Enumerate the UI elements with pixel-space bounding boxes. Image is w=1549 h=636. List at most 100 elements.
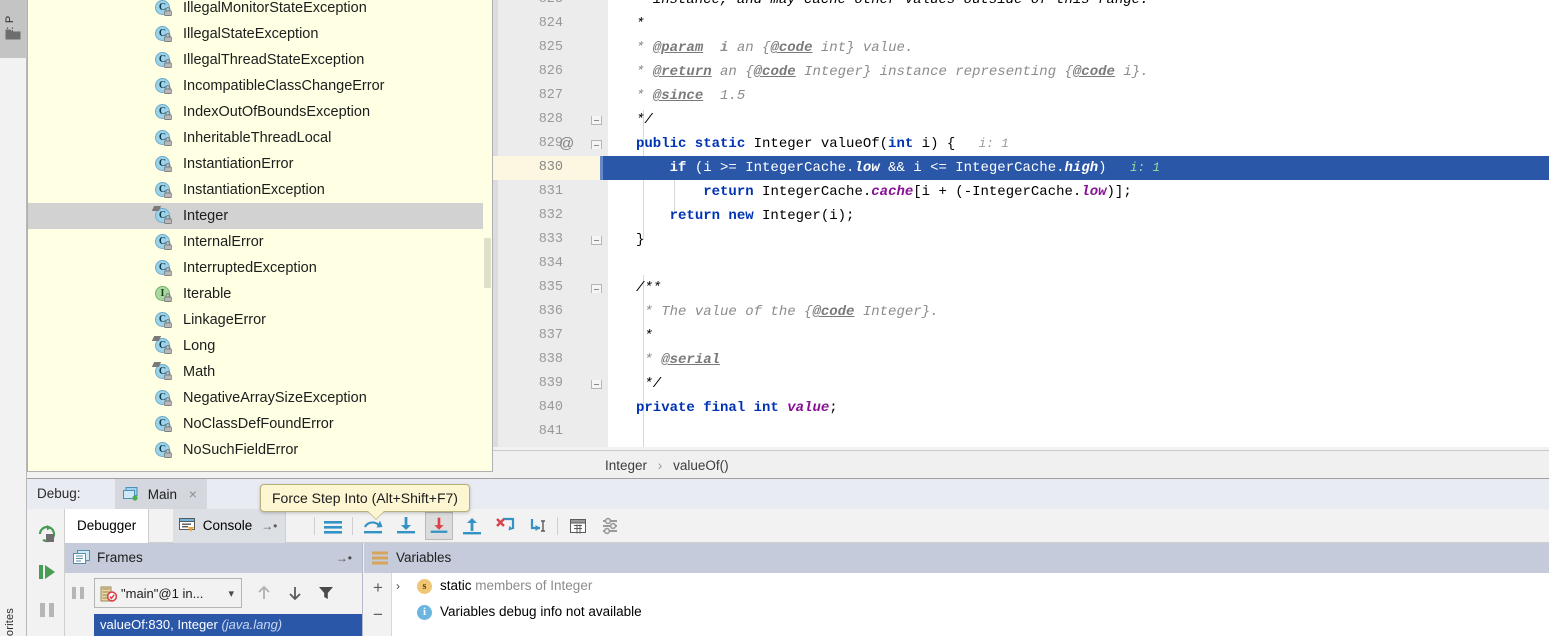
popup-scrollbar[interactable] — [483, 0, 492, 471]
class-list-popup[interactable]: C IllegalMonitorStateException C IllegalSta… — [27, 0, 493, 472]
sidebar-tab-favorites[interactable]: orites — [4, 608, 16, 636]
code-line[interactable]: 837 * — [493, 324, 1549, 348]
evaluate-expression-button[interactable] — [564, 512, 592, 540]
pause-small-icon[interactable] — [70, 585, 86, 601]
thread-selector[interactable]: "main"@1 in... ▾ — [94, 578, 242, 608]
class-list-item[interactable]: C LinkageError — [28, 307, 492, 333]
code-line[interactable]: 829 @ public static Integer valueOf(int … — [493, 132, 1549, 156]
class-list[interactable]: C IllegalMonitorStateException C IllegalSta… — [28, 0, 492, 463]
stack-frame-label: valueOf:830, Integer — [100, 617, 218, 632]
line-content: */ — [636, 376, 662, 392]
breadcrumb-method[interactable]: valueOf() — [673, 458, 729, 473]
pin-icon[interactable]: →• — [336, 543, 352, 573]
rerun-button[interactable] — [36, 523, 58, 545]
close-icon[interactable]: × — [181, 486, 197, 502]
class-list-item[interactable]: C IllegalThreadStateException — [28, 47, 492, 73]
code-line[interactable]: 825 * @param i an {@code int} value. — [493, 36, 1549, 60]
code-line[interactable]: 832 return new Integer(i); — [493, 204, 1549, 228]
code-line[interactable]: 827 * @since 1.5 — [493, 84, 1549, 108]
override-annotation-icon[interactable]: @ — [559, 132, 574, 156]
lock-icon — [164, 345, 172, 354]
debug-run-config-tab[interactable]: Main × — [115, 479, 207, 509]
class-list-item[interactable]: C IllegalStateException — [28, 21, 492, 47]
step-out-button[interactable] — [458, 512, 486, 540]
class-list-item[interactable]: C NoClassDefFoundError — [28, 411, 492, 437]
drop-frame-button[interactable] — [491, 512, 519, 540]
execution-point-stripe — [600, 156, 603, 180]
line-content: */ — [636, 112, 653, 128]
frames-panel[interactable]: "main"@1 in... ▾ valueOf:830, Integer (j… — [65, 573, 363, 636]
class-list-item[interactable]: C InterruptedException — [28, 255, 492, 281]
class-list-item[interactable]: C IllegalMonitorStateException — [28, 0, 492, 21]
class-list-item[interactable]: I Iterable — [28, 281, 492, 307]
class-list-item-label: InternalError — [183, 234, 264, 250]
class-icon: C — [155, 442, 172, 459]
class-list-item[interactable]: C NoSuchFieldError — [28, 437, 492, 463]
class-list-item[interactable]: C InstantiationException — [28, 177, 492, 203]
code-line[interactable]: 836 * The value of the {@code Integer}. — [493, 300, 1549, 324]
resume-button[interactable] — [36, 561, 58, 583]
code-line-current[interactable]: 830 if (i >= IntegerCache.low && i <= In… — [493, 156, 1549, 180]
code-line[interactable]: 834 — [493, 252, 1549, 276]
variables-row[interactable]: › s static members of Integer — [364, 573, 1549, 599]
popup-scrollbar-thumb[interactable] — [484, 238, 491, 288]
frame-up-button[interactable] — [253, 582, 275, 604]
lock-icon — [164, 33, 172, 42]
run-config-icon — [123, 487, 138, 501]
fold-marker-icon[interactable] — [588, 228, 604, 252]
code-line[interactable]: 823 * instance, and may cache other valu… — [493, 0, 1549, 12]
frame-down-button[interactable] — [284, 582, 306, 604]
code-line[interactable]: 826 * @return an {@code Integer} instanc… — [493, 60, 1549, 84]
lock-icon — [164, 189, 172, 198]
class-list-item[interactable]: C Math — [28, 359, 492, 385]
code-line[interactable]: 840 private final int value; — [493, 396, 1549, 420]
class-list-item[interactable]: C InstantiationError — [28, 151, 492, 177]
class-list-item[interactable]: C Long — [28, 333, 492, 359]
show-execution-point-button[interactable] — [319, 512, 347, 540]
code-line[interactable]: 833 } — [493, 228, 1549, 252]
fold-marker-icon[interactable] — [588, 132, 604, 156]
code-editor[interactable]: 823 * instance, and may cache other valu… — [493, 0, 1549, 447]
chevron-down-icon[interactable]: ▾ — [228, 579, 234, 609]
code-line[interactable]: 839 */ — [493, 372, 1549, 396]
code-line[interactable]: 831 return IntegerCache.cache[i + (-Inte… — [493, 180, 1549, 204]
code-line[interactable]: 835 /** — [493, 276, 1549, 300]
run-to-cursor-button[interactable] — [524, 512, 552, 540]
folder-icon[interactable] — [5, 28, 21, 41]
settings-button[interactable] — [597, 512, 625, 540]
fold-marker-icon[interactable] — [588, 108, 604, 132]
fold-marker-icon[interactable] — [588, 372, 604, 396]
class-list-item[interactable]: C InheritableThreadLocal — [28, 125, 492, 151]
breadcrumb-class[interactable]: Integer — [605, 458, 647, 473]
line-content: * instance, and may cache other values o… — [636, 0, 1149, 8]
line-content: * @return an {@code Integer} instance re… — [636, 64, 1149, 80]
pause-button[interactable] — [36, 599, 58, 621]
pin-icon[interactable]: →• — [256, 519, 277, 533]
stack-frame-row[interactable]: valueOf:830, Integer (java.lang) — [94, 614, 362, 636]
code-line[interactable]: 842 /** — [493, 444, 1549, 447]
class-list-item[interactable]: C InternalError — [28, 229, 492, 255]
class-list-item[interactable]: C IndexOutOfBoundsException — [28, 99, 492, 125]
step-into-button[interactable] — [392, 512, 420, 540]
variables-row[interactable]: i Variables debug info not available — [364, 599, 1549, 625]
line-number: 824 — [538, 16, 563, 31]
class-list-item[interactable]: C NegativeArraySizeException — [28, 385, 492, 411]
breadcrumb[interactable]: Integer › valueOf() — [493, 450, 1549, 480]
class-icon: C — [155, 260, 172, 277]
tab-console[interactable]: Console →• — [173, 509, 287, 543]
filter-button[interactable] — [315, 582, 337, 604]
force-step-into-button[interactable] — [425, 512, 453, 540]
variables-panel[interactable]: + − › s static members of Integer i Vari… — [364, 573, 1549, 636]
fold-marker-icon[interactable] — [588, 276, 604, 300]
class-list-item[interactable]: C Integer — [28, 203, 492, 229]
line-content: * — [636, 16, 645, 32]
class-icon: C — [155, 156, 172, 173]
chevron-right-icon[interactable]: › — [396, 573, 410, 599]
code-line[interactable]: 828 */ — [493, 108, 1549, 132]
code-line[interactable]: 841 — [493, 420, 1549, 444]
fold-marker-icon[interactable] — [588, 444, 604, 447]
code-line[interactable]: 838 * @serial — [493, 348, 1549, 372]
code-line[interactable]: 824 * — [493, 12, 1549, 36]
tab-debugger[interactable]: Debugger — [65, 509, 150, 543]
class-list-item[interactable]: C IncompatibleClassChangeError — [28, 73, 492, 99]
